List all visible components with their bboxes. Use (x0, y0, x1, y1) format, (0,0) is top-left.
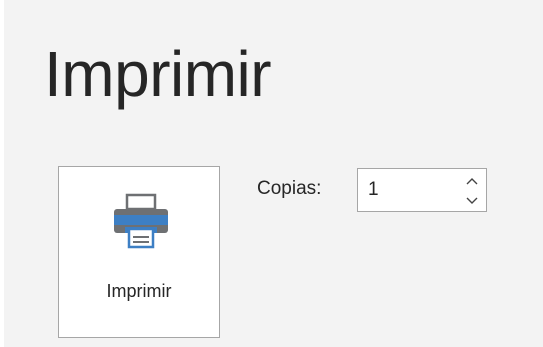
chevron-up-icon[interactable] (464, 175, 480, 189)
copies-label: Copias: (257, 178, 322, 199)
page-title: Imprimir (44, 38, 272, 110)
print-backstage-panel: Imprimir Imprimir Copias: (4, 0, 543, 347)
print-button[interactable]: Imprimir (58, 166, 220, 338)
print-button-label: Imprimir (106, 281, 172, 301)
chevron-down-icon[interactable] (464, 193, 480, 207)
copies-input[interactable] (368, 178, 448, 202)
printer-icon (114, 193, 168, 249)
copies-spinner[interactable] (357, 168, 487, 212)
